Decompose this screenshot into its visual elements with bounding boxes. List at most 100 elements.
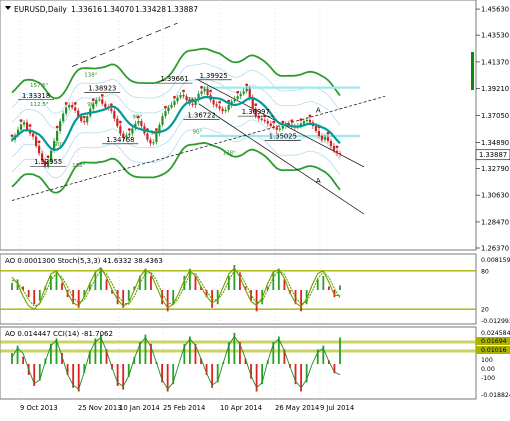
price-axis-label-3: 1.39210 [481,85,509,93]
candle-body-23 [80,116,83,122]
candle-body-18 [65,107,68,114]
candle-body-57 [182,95,185,97]
cci-axis-label-3: 100 [481,357,493,364]
candle-body-16 [59,121,62,132]
candle-body-103 [320,135,324,140]
candle-body-42 [137,121,140,124]
candle-body-87 [272,126,275,128]
fractal-marker-54 [173,95,176,99]
candle-body-31 [104,103,107,108]
fractal-marker-78 [245,83,249,87]
price-axis-label-0: 1.45630 [481,6,509,14]
price-label-1: 1.33318 [22,92,50,100]
angle-label-8: 90° [193,129,203,135]
candle-body-29 [98,99,101,101]
stoch-ao-bar-8 [55,272,58,290]
date-axis-label-3: 25 Feb 2014 [163,404,205,412]
stoch-ao-bar-4 [33,290,36,305]
price-label-7: 1.36997 [242,108,270,116]
candle-body-101 [314,126,318,132]
candle-body-15 [56,131,59,141]
fractal-marker-93 [290,119,294,123]
stoch-ao-bar-15 [94,272,97,290]
candle-body-24 [83,121,86,123]
fractal-marker-69 [218,100,222,104]
cci-level-band-1 [0,349,476,353]
candle-body-54 [173,101,176,105]
wave-label-1: A [316,177,321,185]
candle-body-85 [266,121,269,124]
candle-body-74 [233,98,236,102]
stoch-ao-bar-24 [144,268,147,290]
candle-body-107 [332,145,336,151]
stoch-ao-bar-0 [11,282,13,290]
date-axis-label-5: 26 May 2014 [275,404,319,412]
candle-body-46 [149,139,152,144]
candle-body-21 [74,107,77,111]
candle-body-75 [236,96,239,99]
stoch-axis-label-1: 80 [481,268,489,275]
cci-ao-bar-2 [22,356,25,364]
ohlc-close: 1.33887 [167,5,198,14]
fractal-marker-21 [73,102,77,105]
stoch-ao-bar-39 [227,275,230,290]
candle-body-19 [68,104,71,108]
candle-body-68 [215,104,218,107]
candle-body-90 [281,126,284,129]
price-label-5: 1.36722 [188,112,216,120]
fractal-marker-0 [10,134,14,138]
candle-body-45 [146,133,149,140]
candle-body-65 [206,88,209,96]
candle-body-69 [218,106,221,109]
candle-body-33 [110,108,113,112]
candle-body-78 [245,88,248,92]
candle-body-9 [37,145,41,154]
price-axis-label-9: 1.26370 [481,245,509,253]
current-price-label: 1.33887 [479,151,507,159]
fractal-marker-24 [82,115,86,119]
candle-body-104 [323,137,327,140]
candle-body-56 [179,95,182,98]
candle-body-20 [71,104,74,108]
candle-body-70 [221,108,224,112]
candle-body-40 [131,128,134,134]
cci-ao-bar-32 [188,336,191,364]
price-axis-label-7: 1.30630 [481,192,509,200]
stoch-panel-label: AO 0.0001300 Stoch(5,3,3) 41.6332 38.436… [5,257,163,265]
fractal-marker-18 [64,102,68,105]
date-axis-label-6: 9 Jul 2014 [320,404,354,412]
stoch-ao-bar-44 [255,290,258,312]
fractal-marker-30 [100,93,104,97]
fractal-marker-9 [37,140,41,144]
candle-body-97 [302,121,305,124]
angle-label-1: 112.5° [30,102,49,108]
price-label-0: 1.32955 [34,158,62,166]
candle-body-77 [242,91,245,94]
candle-body-89 [278,128,281,130]
candle-body-82 [257,116,260,119]
candle-body-7 [31,133,35,137]
cci-ao-bar-0 [11,353,13,364]
candle-body-105 [326,137,330,141]
cci-axis-label-4: 0.00 [481,366,495,373]
price-label-3: 1.34768 [106,136,134,144]
candle-body-109 [338,153,342,155]
fractal-marker-39 [127,128,131,131]
date-axis-label-4: 10 Apr 2014 [220,404,262,412]
stoch-axis-label-2: 20 [481,307,489,314]
wave-label-0: A [316,106,321,114]
candle-body-60 [191,103,194,105]
candle-body-43 [140,121,143,127]
stoch-ao-bar-52 [300,290,302,312]
angle-label-3: 90° [87,102,97,108]
angle-label-2: 90° [54,142,64,148]
stoch-axis-label-0: 0.008159 [481,257,510,264]
ohlc-low: 1.33428 [135,5,166,14]
angle-label-7: 90° [150,131,160,137]
candle-body-5 [25,122,29,130]
candle-body-63 [200,91,203,94]
fractal-marker-36 [118,120,122,124]
candle-body-53 [170,104,173,108]
stoch-ao-bar-19 [116,290,119,305]
cci-axis-label-0: 0.024584 [481,330,510,337]
